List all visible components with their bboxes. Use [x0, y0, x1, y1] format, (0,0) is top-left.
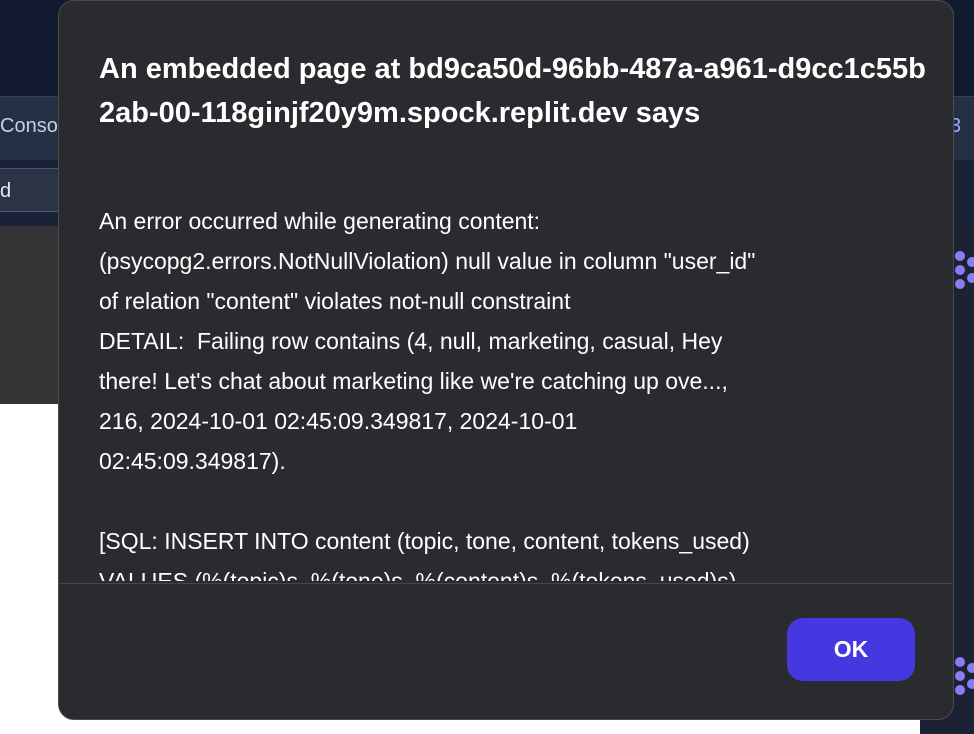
message-line: [SQL: INSERT INTO content (topic, tone, … — [99, 528, 750, 554]
message-line: An error occurred while generating conte… — [99, 208, 541, 234]
dialog-divider — [59, 583, 953, 584]
tab-console-label[interactable]: Conso — [0, 115, 58, 137]
message-line: VALUES (%(topic)s, %(tone)s, %(content)s… — [99, 568, 737, 581]
message-line: ​ — [99, 481, 914, 521]
message-line: there! Let's chat about marketing like w… — [99, 368, 728, 394]
dialog-title: An embedded page at bd9ca50d-96bb-487a-a… — [99, 53, 926, 129]
alert-dialog: An embedded page at bd9ca50d-96bb-487a-a… — [58, 0, 954, 720]
dialog-message: An error occurred while generating conte… — [99, 201, 914, 581]
message-line: 216, 2024-10-01 02:45:09.349817, 2024-10… — [99, 408, 578, 434]
message-line: of relation "content" violates not-null … — [99, 288, 571, 314]
message-line: (psycopg2.errors.NotNullViolation) null … — [99, 248, 756, 274]
message-line: DETAIL: Failing row contains (4, null, m… — [99, 328, 723, 354]
message-line: 02:45:09.349817). — [99, 448, 286, 474]
ok-button[interactable]: OK — [787, 618, 915, 681]
